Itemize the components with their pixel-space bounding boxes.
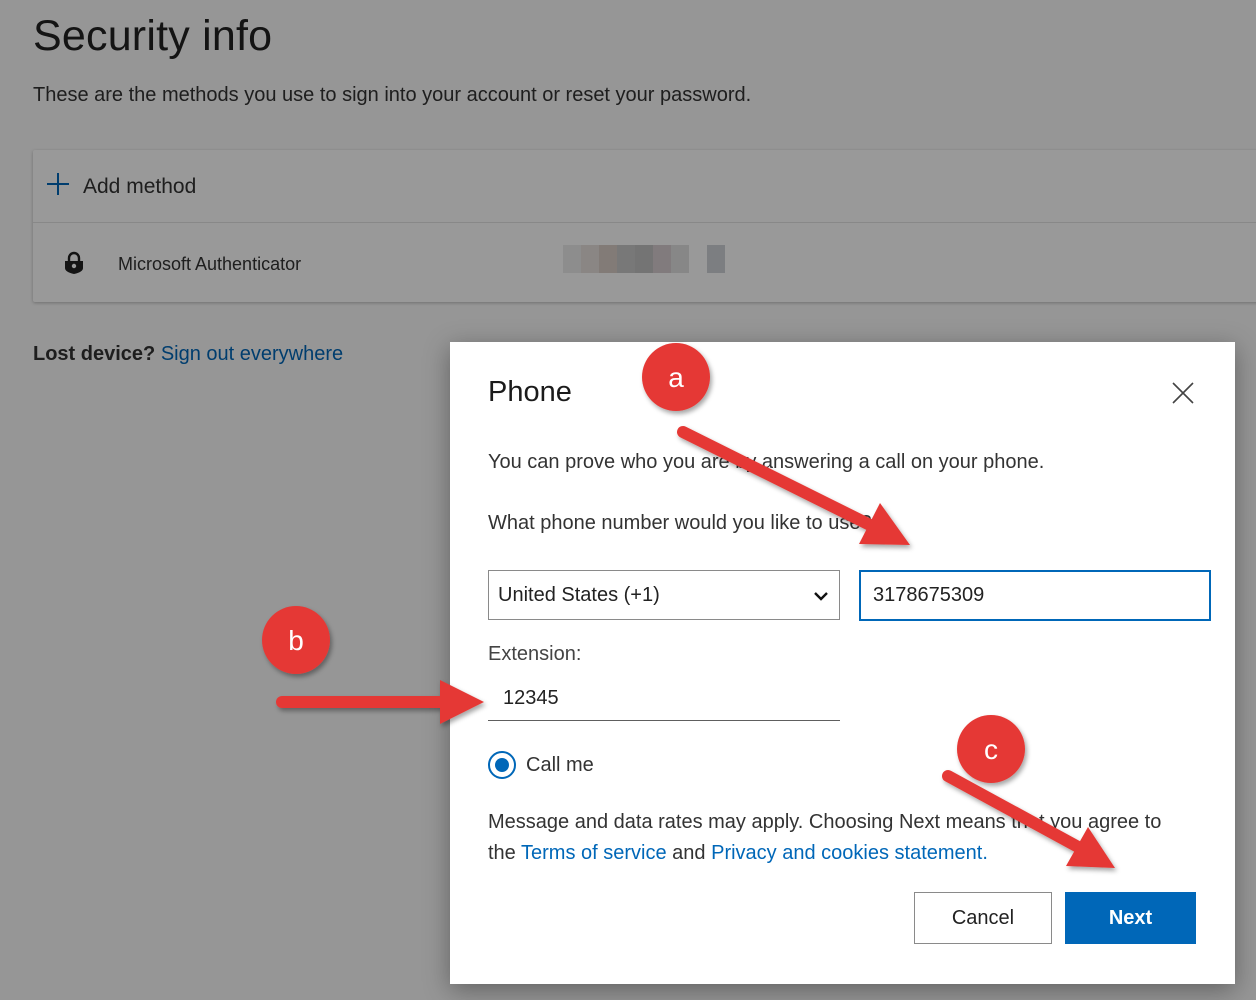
privacy-statement-link[interactable]: Privacy and cookies statement. (711, 842, 988, 864)
extension-label: Extension: (488, 643, 582, 665)
close-icon[interactable] (1168, 378, 1198, 408)
phone-dialog: Phone You can prove who you are by answe… (450, 342, 1235, 984)
call-me-radio[interactable]: Call me (488, 751, 594, 779)
phone-question: What phone number would you like to use? (488, 512, 872, 534)
dialog-description: You can prove who you are by answering a… (488, 451, 1045, 473)
extension-input[interactable] (488, 677, 840, 721)
dialog-title: Phone (488, 376, 572, 408)
country-code-select[interactable]: United States (+1) (488, 570, 840, 620)
terms-of-service-link[interactable]: Terms of service (521, 842, 667, 864)
call-me-label: Call me (526, 753, 594, 776)
cancel-button[interactable]: Cancel (914, 892, 1052, 944)
country-code-value: United States (+1) (498, 583, 660, 606)
legal-text: Message and data rates may apply. Choosi… (488, 807, 1188, 869)
legal-and: and (672, 842, 706, 864)
phone-number-input[interactable] (859, 570, 1211, 621)
radio-button[interactable] (488, 751, 516, 779)
chevron-down-icon (813, 584, 829, 607)
next-button[interactable]: Next (1065, 892, 1196, 944)
